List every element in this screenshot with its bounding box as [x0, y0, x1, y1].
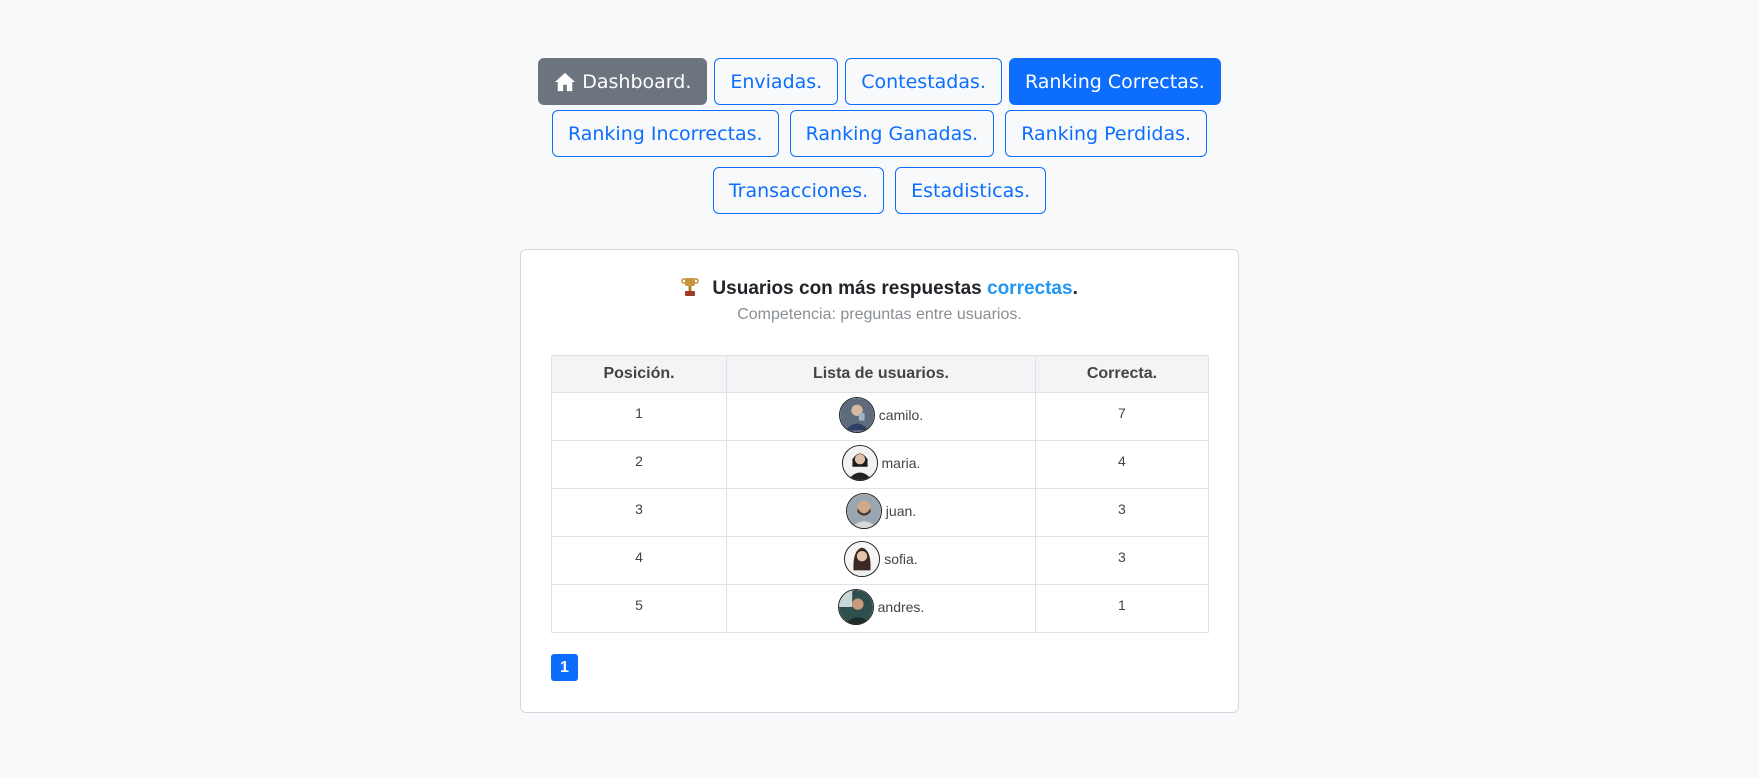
avatar [837, 589, 874, 625]
estadisticas-button[interactable]: Estadisticas. [895, 167, 1047, 214]
dashboard-label: Dashboard. [582, 70, 692, 93]
home-icon [555, 72, 576, 91]
trophy-icon [681, 278, 699, 296]
username: sofia. [884, 551, 918, 567]
row-position: 1 [550, 392, 728, 441]
ranking-perdidas-button[interactable]: Ranking Perdidas. [1005, 110, 1208, 157]
row-value: 3 [1034, 536, 1210, 585]
ranking-card: Usuarios con más respuestas correctas. C… [520, 249, 1239, 713]
title-main: Usuarios con más respuestas [712, 278, 987, 299]
row-position: 3 [550, 488, 728, 537]
user-cell: andres. [837, 589, 925, 625]
avatar [845, 493, 882, 529]
nav-row-3: Transacciones. Estadisticas. [0, 167, 1759, 214]
ranking-ganadas-button[interactable]: Ranking Ganadas. [789, 110, 995, 157]
contestadas-button[interactable]: Contestadas. [845, 58, 1002, 105]
table-row: 3 juan. 3 [550, 488, 1210, 537]
ranking-correctas-button[interactable]: Ranking Correctas. [1008, 58, 1221, 105]
row-value: 4 [1034, 440, 1210, 489]
row-value: 1 [1034, 584, 1210, 633]
avatar [838, 397, 875, 433]
header-users: Lista de usuarios. [726, 355, 1036, 393]
user-cell: camilo. [838, 397, 924, 433]
username: maria. [881, 455, 921, 471]
title-end: . [1072, 278, 1078, 299]
table-row: 4 sofia. 3 [550, 536, 1210, 585]
dashboard-button[interactable]: Dashboard. [538, 58, 708, 105]
nav-row-1: Dashboard. Enviadas. Contestadas. Rankin… [0, 58, 1759, 105]
ranking-incorrectas-button[interactable]: Ranking Incorrectas. [551, 110, 779, 157]
avatar [841, 445, 878, 481]
row-value: 3 [1034, 488, 1210, 537]
enviadas-button[interactable]: Enviadas. [714, 58, 839, 105]
ranking-table: Posición. Lista de usuarios. Correcta. 1 [550, 355, 1210, 633]
header-correct: Correcta. [1034, 355, 1210, 393]
user-cell: sofia. [844, 541, 918, 577]
row-position: 5 [550, 584, 728, 633]
row-position: 2 [550, 440, 728, 489]
table-row: 2 maria. 4 [550, 440, 1210, 489]
title-accent: correctas [987, 278, 1073, 299]
transacciones-button[interactable]: Transacciones. [712, 167, 885, 214]
table-row: 5 andres. 1 [550, 584, 1210, 633]
user-cell: maria. [841, 445, 921, 481]
username: andres. [877, 599, 925, 615]
pagination-page-1[interactable]: 1 [551, 654, 578, 681]
card-title: Usuarios con más respuestas correctas. [521, 277, 1238, 300]
header-position: Posición. [550, 355, 728, 393]
table-row: 1 camilo. 7 [550, 392, 1210, 441]
row-position: 4 [550, 536, 728, 585]
avatar [844, 541, 881, 577]
table-header-row: Posición. Lista de usuarios. Correcta. [550, 355, 1210, 393]
card-subtitle: Competencia: preguntas entre usuarios. [737, 306, 1022, 323]
username: juan. [885, 503, 917, 519]
user-cell: juan. [845, 493, 917, 529]
username: camilo. [878, 407, 924, 423]
row-value: 7 [1034, 392, 1210, 441]
nav-row-2: Ranking Incorrectas. Ranking Ganadas. Ra… [0, 110, 1759, 157]
